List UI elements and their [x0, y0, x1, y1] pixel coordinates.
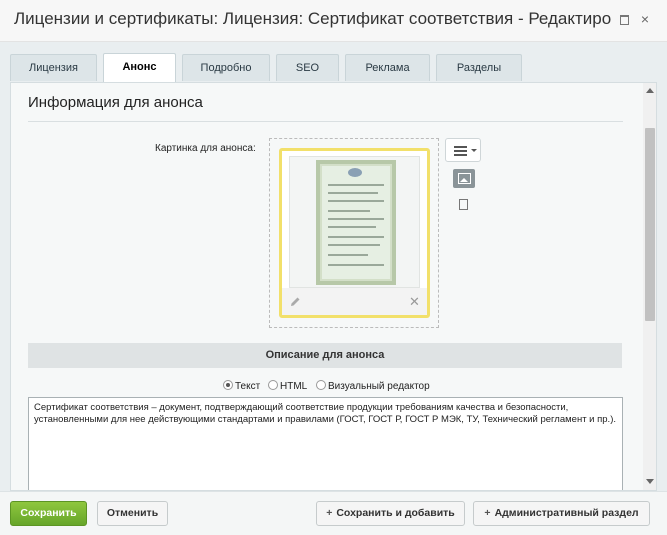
tab-content-panel: Информация для анонса Картинка для анонс… — [10, 82, 657, 491]
section-divider — [28, 121, 623, 122]
description-header: Описание для анонса — [28, 343, 622, 368]
doc-line — [328, 218, 384, 220]
radio-dot — [316, 380, 326, 390]
image-dropzone[interactable]: ✕ — [269, 138, 439, 328]
footer-bar: Сохранить Отменить + Сохранить и добавить… — [0, 491, 667, 535]
doc-line — [328, 254, 368, 256]
image-icon[interactable] — [453, 169, 475, 188]
mode-visual-radio[interactable]: Визуальный редактор — [316, 380, 430, 392]
menu-icon — [454, 146, 467, 156]
tab-sections[interactable]: Разделы — [436, 54, 522, 81]
mode-html-label: HTML — [280, 381, 308, 392]
image-preview — [289, 156, 420, 288]
scroll-down-icon[interactable] — [646, 479, 654, 484]
file-icon[interactable] — [459, 199, 468, 210]
radio-dot — [268, 380, 278, 390]
scroll-up-icon[interactable] — [646, 88, 654, 93]
cancel-button[interactable]: Отменить — [97, 501, 168, 526]
doc-line — [328, 200, 384, 202]
window-titlebar: Лицензии и сертификаты: Лицензия: Сертиф… — [0, 0, 667, 42]
plus-icon: + — [484, 507, 491, 519]
tab-announce[interactable]: Анонс — [103, 53, 176, 82]
mode-text-radio[interactable]: Текст — [223, 380, 260, 392]
mode-text-label: Текст — [235, 381, 261, 392]
certificate-thumbnail — [316, 160, 396, 285]
minimize-icon[interactable] — [617, 12, 631, 26]
scroll-thumb[interactable] — [645, 128, 655, 321]
save-and-add-button[interactable]: + Сохранить и добавить — [316, 501, 465, 526]
admin-section-button[interactable]: + Административный раздел — [473, 501, 650, 526]
doc-line — [328, 244, 380, 246]
doc-line — [328, 192, 378, 194]
pencil-icon[interactable] — [289, 296, 301, 308]
image-field-label: Картинка для анонса: — [155, 143, 256, 154]
tab-ads[interactable]: Реклама — [345, 54, 430, 81]
doc-line — [328, 226, 376, 228]
window-title: Лицензии и сертификаты: Лицензия: Сертиф… — [14, 9, 612, 28]
image-preview-box[interactable]: ✕ — [279, 148, 430, 318]
save-and-add-label: Сохранить и добавить — [336, 507, 455, 519]
close-icon[interactable]: × — [638, 12, 652, 26]
description-textarea[interactable]: Сертификат соответствия – документ, подт… — [28, 397, 623, 490]
tab-seo[interactable]: SEO — [276, 54, 339, 81]
mode-html-radio[interactable]: HTML — [268, 380, 307, 392]
image-menu-button[interactable] — [445, 138, 481, 162]
section-title: Информация для анонса — [28, 94, 203, 111]
doc-line — [328, 184, 384, 186]
editor-frame: Лицензия Анонс Подробно SEO Реклама Разд… — [0, 42, 667, 491]
image-actions-bar — [282, 288, 427, 315]
tab-details[interactable]: Подробно — [182, 54, 270, 81]
tab-license[interactable]: Лицензия — [10, 54, 97, 81]
admin-section-label: Административный раздел — [494, 507, 639, 519]
doc-line — [328, 210, 370, 212]
doc-line — [328, 264, 384, 266]
radio-dot-selected — [223, 380, 233, 390]
remove-image-icon[interactable]: ✕ — [409, 294, 421, 309]
plus-icon: + — [326, 507, 333, 519]
panel-scrollbar[interactable] — [643, 83, 656, 490]
mode-visual-label: Визуальный редактор — [328, 381, 430, 392]
doc-line — [328, 236, 384, 238]
seal-graphic — [348, 168, 362, 177]
chevron-down-icon — [471, 149, 477, 152]
save-button[interactable]: Сохранить — [10, 501, 87, 526]
